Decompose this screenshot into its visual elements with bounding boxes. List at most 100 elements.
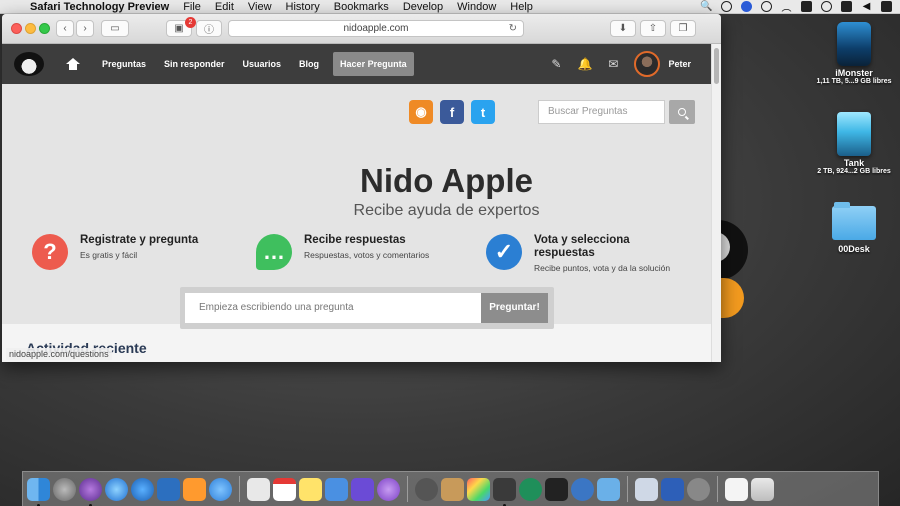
menu-view[interactable]: View: [248, 1, 272, 13]
feature-desc: Recibe puntos, vota y da la solución: [534, 263, 671, 273]
dock-notes-icon[interactable]: [299, 477, 322, 501]
share-button[interactable]: ⇧: [640, 20, 666, 37]
bell-icon[interactable]: 🔔: [577, 57, 592, 71]
dock-calendar-icon[interactable]: [273, 477, 296, 501]
status-circle-icon[interactable]: [721, 1, 732, 12]
search-input[interactable]: Buscar Preguntas: [538, 100, 665, 124]
nav-blog[interactable]: Blog: [299, 59, 319, 69]
trash-icon[interactable]: [751, 477, 774, 501]
status-blue-icon[interactable]: [741, 1, 752, 12]
feature-desc: Es gratis y fácil: [80, 250, 138, 260]
home-icon[interactable]: [66, 58, 80, 70]
wrench-icon[interactable]: ✎: [551, 57, 561, 71]
menu-extra-icon[interactable]: [821, 1, 832, 12]
dock-finder-icon[interactable]: [27, 477, 50, 506]
tabs-icon: ❐: [678, 23, 688, 34]
scrollbar[interactable]: [711, 44, 721, 362]
envelope-icon[interactable]: ✉: [608, 57, 618, 71]
page-title: Nido Apple: [360, 162, 533, 199]
menu-history[interactable]: History: [286, 1, 320, 13]
app-menu[interactable]: Safari Technology Preview: [30, 1, 169, 13]
status-dark-icon[interactable]: [801, 1, 812, 12]
search-button[interactable]: [669, 100, 695, 124]
dock-safari-preview-icon[interactable]: [79, 477, 102, 506]
dock-markdown-icon[interactable]: [325, 477, 348, 501]
dock-xcode-icon[interactable]: [597, 477, 620, 501]
dock: [22, 471, 879, 506]
close-window-button[interactable]: [11, 23, 22, 34]
status-bar-url: nidoapple.com/questions: [6, 348, 112, 360]
sidebar-toggle-button[interactable]: ▭: [101, 20, 129, 37]
dock-utility-icon[interactable]: [635, 477, 658, 501]
extension-button[interactable]: ▣ 2: [166, 17, 196, 37]
submit-question-button[interactable]: Preguntar!: [481, 293, 548, 323]
dock-messages-icon[interactable]: [209, 477, 232, 501]
back-button[interactable]: ‹: [56, 20, 74, 37]
avatar[interactable]: [634, 51, 661, 77]
menu-edit[interactable]: Edit: [215, 1, 234, 13]
site-logo[interactable]: [14, 52, 44, 76]
menu-bookmarks[interactable]: Bookmarks: [334, 1, 389, 13]
dock-separator: [717, 476, 718, 502]
tabs-overview-button[interactable]: ❐: [670, 20, 696, 37]
dock-app-purple-icon[interactable]: [377, 477, 400, 501]
ghost-extension-icon: ▣: [174, 23, 184, 34]
zoom-window-button[interactable]: [39, 23, 50, 34]
menu-file[interactable]: File: [183, 1, 201, 13]
site-navbar: Preguntas Sin responder Usuarios Blog Ha…: [2, 44, 711, 84]
onepassword-icon[interactable]: [761, 1, 772, 12]
desktop-drive-tank[interactable]: Tank 2 TB, 924...2 GB libres: [809, 112, 899, 175]
wifi-icon[interactable]: ︵: [781, 1, 792, 14]
dock-atom-icon[interactable]: [519, 477, 542, 501]
menu-develop[interactable]: Develop: [403, 1, 443, 13]
desktop-drive-imonster[interactable]: iMonster 1,11 TB, 5...9 GB libres: [809, 22, 899, 85]
dock-app-icon[interactable]: [183, 477, 206, 501]
dock-safari-icon[interactable]: [105, 477, 128, 501]
dock-slack-icon[interactable]: [247, 477, 270, 501]
address-bar[interactable]: nidoapple.com ↻: [228, 20, 524, 37]
dock-preview-icon[interactable]: [157, 477, 180, 501]
menu-help[interactable]: Help: [510, 1, 533, 13]
scrollbar-thumb[interactable]: [714, 48, 719, 84]
reload-icon[interactable]: ↻: [509, 23, 517, 34]
dock-documents-icon[interactable]: [725, 477, 748, 501]
minimize-window-button[interactable]: [25, 23, 36, 34]
menu-window[interactable]: Window: [457, 1, 496, 13]
dock-colorsync-icon[interactable]: [467, 477, 490, 501]
downloads-button[interactable]: ⬇: [610, 20, 636, 37]
dock-terminal-icon[interactable]: [545, 477, 568, 501]
question-input[interactable]: Empieza escribiendo una pregunta: [185, 293, 481, 323]
dock-separator: [407, 476, 408, 502]
nav-preguntas[interactable]: Preguntas: [102, 59, 146, 69]
dock-separator: [239, 476, 240, 502]
battery-icon[interactable]: [881, 1, 892, 12]
feature-register: ? Registrate y pregunta Es gratis y fáci…: [32, 234, 198, 270]
feature-title: Recibe respuestas: [304, 234, 406, 246]
forward-button[interactable]: ›: [76, 20, 94, 37]
facebook-icon[interactable]: f: [440, 100, 464, 124]
dock-system-preferences-icon[interactable]: [687, 477, 710, 501]
desktop-folder-00desk[interactable]: 00Desk: [809, 200, 899, 254]
dock-alfred-icon[interactable]: [661, 477, 684, 501]
menu-extra-dark-icon[interactable]: [841, 1, 852, 12]
dock-omnifocus-icon[interactable]: [351, 477, 374, 501]
volume-icon[interactable]: ◀: [861, 1, 872, 12]
spotlight-icon[interactable]: 🔍: [700, 1, 712, 12]
twitter-icon[interactable]: t: [471, 100, 495, 124]
username-link[interactable]: Peter: [668, 59, 691, 69]
dock-instruments-icon[interactable]: [441, 477, 464, 501]
nav-usuarios[interactable]: Usuarios: [243, 59, 282, 69]
dock-script-icon[interactable]: [415, 477, 438, 501]
search-icon: [678, 108, 686, 116]
dock-sequel-icon[interactable]: [571, 477, 594, 501]
dock-launchpad-icon[interactable]: [53, 477, 76, 501]
rss-icon[interactable]: ◉: [409, 100, 433, 124]
ask-question-button[interactable]: Hacer Pregunta: [333, 52, 414, 76]
dock-navigation-icon[interactable]: [131, 477, 154, 501]
feature-vote: ✓ Vota y selecciona respuestas Recibe pu…: [486, 234, 670, 273]
chevron-right-icon: ›: [83, 23, 87, 34]
drive-icon: [837, 112, 871, 156]
nav-sin-responder[interactable]: Sin responder: [164, 59, 225, 69]
dock-sublime-icon[interactable]: [493, 477, 516, 506]
onepassword-extension-button[interactable]: ⓘ: [196, 20, 222, 37]
